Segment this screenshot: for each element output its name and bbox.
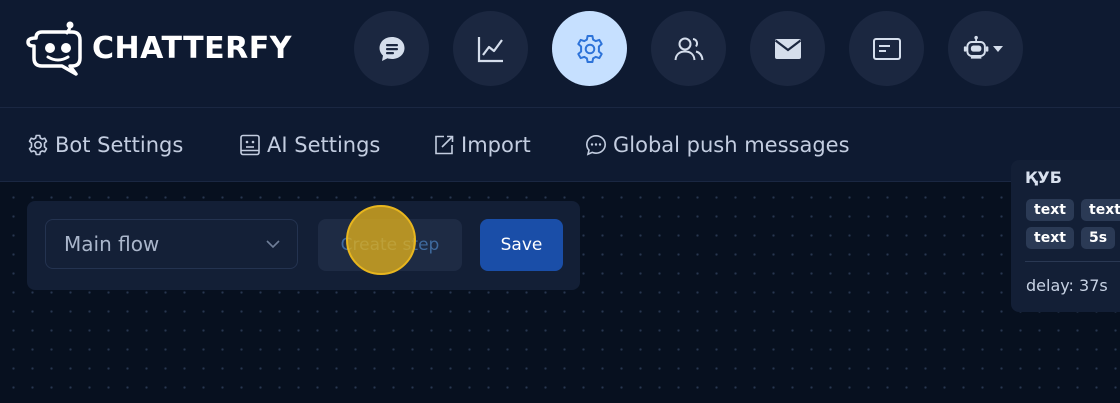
create-step-button[interactable]: Create step bbox=[318, 219, 462, 271]
envelope-icon bbox=[774, 38, 801, 59]
node-title: ҚУБ bbox=[1025, 168, 1062, 187]
node-divider bbox=[1025, 261, 1120, 262]
subnav-global-push-label: Global push messages bbox=[613, 133, 850, 157]
window-icon bbox=[872, 37, 901, 60]
nav-mail-button[interactable] bbox=[750, 11, 825, 86]
node-chip: text bbox=[1081, 199, 1120, 221]
brand-logo[interactable]: CHATTERFY bbox=[26, 20, 292, 76]
nav-bot-menu-button[interactable] bbox=[948, 11, 1023, 86]
subnav-import[interactable]: Import bbox=[432, 130, 531, 160]
subnav-bot-settings-label: Bot Settings bbox=[55, 133, 184, 157]
subnav-global-push[interactable]: Global push messages bbox=[584, 130, 850, 160]
subnav-import-label: Import bbox=[461, 133, 531, 157]
edit-square-icon bbox=[435, 135, 454, 155]
users-icon bbox=[674, 37, 703, 60]
node-delay: delay: 37s bbox=[1026, 276, 1108, 295]
subnav-bot-settings[interactable]: Bot Settings bbox=[26, 130, 183, 160]
robot-logo-icon bbox=[26, 21, 82, 76]
node-chip: 5s bbox=[1081, 227, 1116, 249]
nav-chat-button[interactable] bbox=[354, 11, 429, 86]
gear-icon bbox=[576, 34, 603, 63]
robot-icon bbox=[963, 35, 988, 59]
node-chip: text bbox=[1026, 199, 1074, 221]
node-chip: text bbox=[1026, 227, 1074, 249]
save-button[interactable]: Save bbox=[480, 219, 563, 271]
flow-toolbar: Main flow Create step Save bbox=[27, 201, 580, 290]
brand-name: CHATTERFY bbox=[92, 30, 292, 66]
line-chart-icon bbox=[477, 36, 503, 62]
top-header: CHATTERFY bbox=[0, 0, 1120, 108]
nav-analytics-button[interactable] bbox=[453, 11, 528, 86]
sub-navigation: Bot Settings AI Settings Import Global p… bbox=[0, 108, 1120, 182]
chevron-down-icon bbox=[266, 240, 280, 249]
gear-outline-icon bbox=[28, 134, 48, 156]
caret-down-icon bbox=[992, 45, 1003, 52]
chat-bubble-icon bbox=[379, 36, 404, 61]
nav-pages-button[interactable] bbox=[849, 11, 924, 86]
subnav-ai-settings[interactable]: AI Settings bbox=[238, 130, 380, 160]
flow-node-card[interactable]: ҚУБ text text text 5s delay: 37s bbox=[1011, 160, 1120, 312]
robot-face-icon bbox=[240, 134, 260, 156]
chat-dots-icon bbox=[585, 134, 607, 156]
subnav-ai-settings-label: AI Settings bbox=[267, 133, 381, 157]
flow-select[interactable]: Main flow bbox=[45, 219, 298, 269]
flow-select-value: Main flow bbox=[64, 232, 160, 256]
nav-users-button[interactable] bbox=[651, 11, 726, 86]
nav-settings-button[interactable] bbox=[552, 11, 627, 86]
